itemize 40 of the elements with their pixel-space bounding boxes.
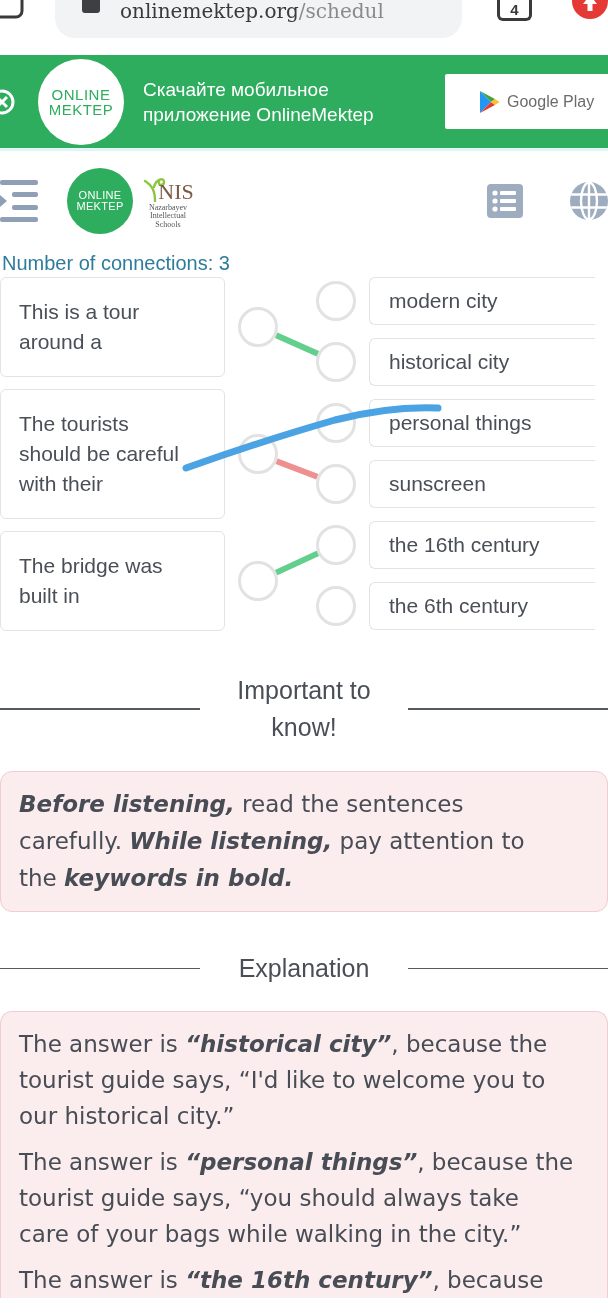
logo-wordmark: NIS <box>158 181 194 202</box>
url-host: onlinemektep.org <box>120 0 299 22</box>
explanation-text: The answer is “personal things”, because the tourist guide says, “you should always take care of your bags while walking in the city.” <box>19 1148 575 1249</box>
tab-count-button[interactable]: 4 <box>497 0 532 21</box>
connector-circle-icon[interactable] <box>316 586 356 626</box>
address-bar[interactable]: onlinemektep.org/schedul <box>55 0 462 38</box>
connector-circle-icon[interactable] <box>316 525 356 565</box>
close-icon[interactable] <box>0 87 16 116</box>
section-title: Important to know! <box>236 675 372 743</box>
tip-text: Before listening, read the sentences carefully. While listening, pay attention to the keywords in bold. <box>19 790 526 893</box>
option-card: historical city <box>369 338 595 386</box>
square-outline-icon[interactable] <box>0 0 26 20</box>
explanation-text: The answer is “historical city”, because the tourist guide says, “I'd like to welcome you to our historical city.” <box>19 1030 549 1131</box>
logo-subtitle: Nazarbayev Intellectual Schools <box>147 203 189 230</box>
option-card: sunscreen <box>369 460 595 508</box>
logo: ONLINE MEKTEP <box>38 58 124 145</box>
connector-circle-icon[interactable] <box>316 342 356 382</box>
play-triangle-icon <box>478 89 500 114</box>
url-path: /schedul <box>298 0 384 22</box>
connector-circle-icon[interactable] <box>316 281 356 321</box>
banner-message: Скачайте мобильное приложение OnlineMektep <box>143 77 375 127</box>
option-card: modern city <box>369 277 595 325</box>
up-arrow-icon[interactable] <box>572 0 608 20</box>
connector-circle-icon[interactable] <box>238 561 278 601</box>
menu-icon[interactable] <box>0 179 38 222</box>
option-card: personal things <box>369 399 595 447</box>
google-play-button[interactable]: Google Play <box>445 74 608 129</box>
list-icon[interactable] <box>487 183 523 218</box>
prompt-card: This is a tour around a <box>0 277 225 377</box>
prompt-card: The bridge was built in <box>0 531 225 631</box>
option-card: the 16th century <box>369 521 595 569</box>
connector-circle-icon[interactable] <box>316 464 356 504</box>
globe-icon[interactable] <box>570 181 608 220</box>
option-card: the 6th century <box>369 582 595 630</box>
lock-icon <box>82 0 100 13</box>
prompt-card: The tourists should be careful with their <box>0 389 225 519</box>
explanation-text: The answer is “the 16th century”, because <box>19 1266 545 1295</box>
connector-circle-icon[interactable] <box>238 307 278 347</box>
connection-count: Number of connections: 3 <box>1 251 231 276</box>
section-title: Explanation <box>237 953 371 984</box>
